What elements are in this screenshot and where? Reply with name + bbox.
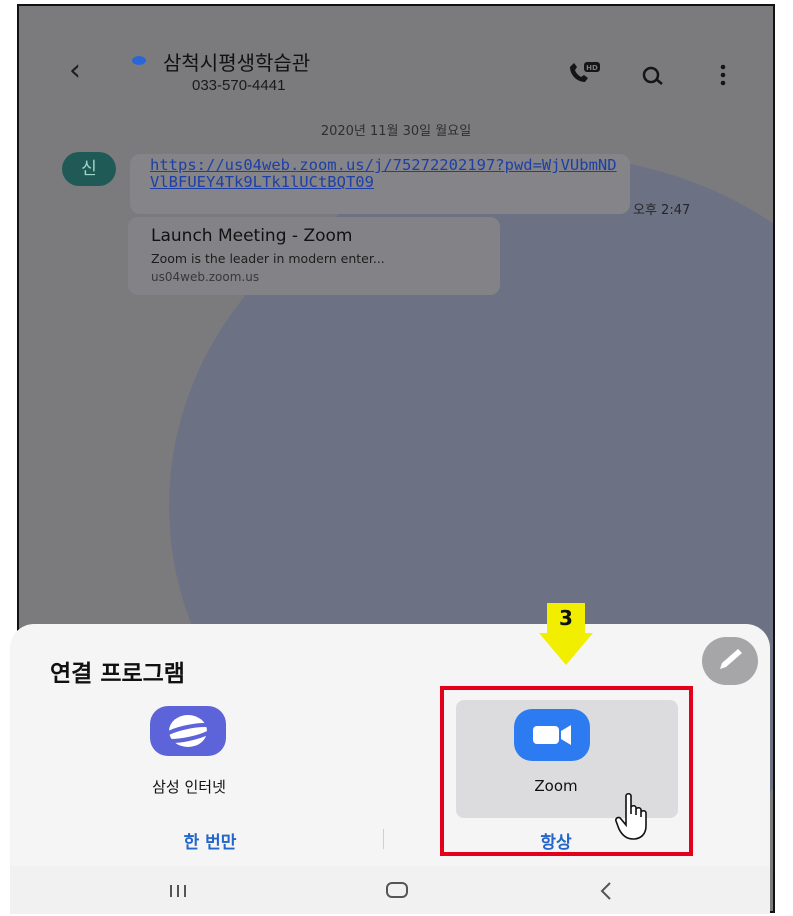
step-arrow-icon [539,633,593,665]
back-arrow-icon[interactable]: ‹ [69,56,81,86]
step-marker: 3 [547,603,585,633]
highlight-frame [440,686,693,856]
compose-button[interactable] [702,637,758,685]
message-link[interactable]: https://us04web.zoom.us/j/75272202197?pw… [150,157,620,191]
link-preview-title: Launch Meeting - Zoom [151,226,353,246]
home-icon[interactable] [385,881,409,899]
option-divider [383,829,384,849]
link-preview-host: us04web.zoom.us [151,270,260,284]
samsung-internet-icon[interactable] [150,706,226,756]
link-preview-description: Zoom is the leader in modern enter... [151,251,385,266]
back-nav-icon[interactable] [598,881,614,901]
recent-apps-icon[interactable] [168,884,188,898]
pencil-icon [720,649,742,669]
system-nav-bar [10,866,770,914]
date-separator: 2020년 11월 30일 월요일 [320,124,472,139]
contact-name: 삼척시평생학습관 [163,51,311,75]
sheet-title: 연결 프로그램 [50,661,185,687]
message-time: 오후 2:47 [633,203,691,218]
avatar[interactable]: 신 [62,152,116,186]
more-vertical-icon[interactable] [719,64,727,86]
contact-number: 033-570-4441 [192,77,286,94]
svg-text:HD: HD [586,64,598,72]
search-icon[interactable] [641,66,665,86]
app-label-samsung-internet[interactable]: 삼성 인터넷 [124,776,254,797]
contact-dot-icon [132,56,146,65]
just-once-button[interactable]: 한 번만 [150,828,270,853]
hd-call-icon[interactable]: HD [567,61,601,85]
